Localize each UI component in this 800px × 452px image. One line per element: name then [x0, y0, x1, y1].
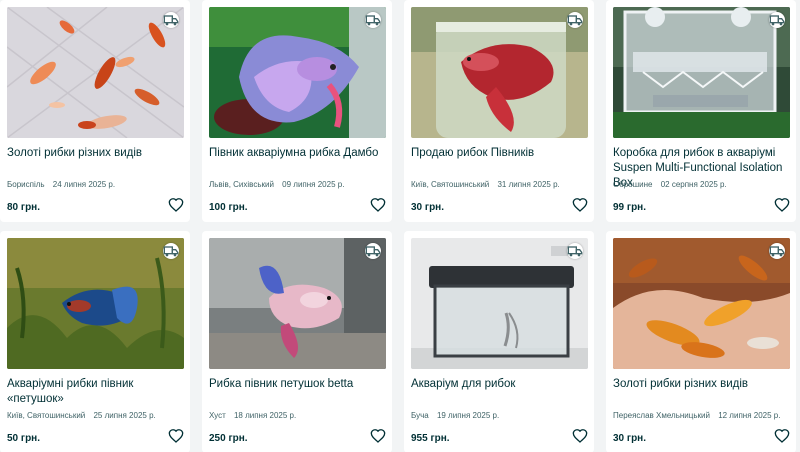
listing-location: Оброшине — [613, 180, 653, 189]
listing-location: Київ, Святошинський — [411, 180, 490, 189]
listing-photo-betta-red[interactable] — [411, 7, 588, 138]
listing-meta: Переяслав Хмельницький 12 липня 2025 р. — [613, 411, 791, 420]
listing-card[interactable]: Півник акваріумна рибка Дамбо Львів, Сих… — [202, 0, 392, 222]
listing-location: Київ, Святошинський — [7, 411, 86, 420]
listing-title[interactable]: Рибка півник петушок betta — [209, 377, 387, 392]
listing-date: 02 серпня 2025 р. — [660, 180, 727, 189]
listing-date: 25 липня 2025 р. — [93, 411, 156, 420]
listing-price: 30 грн. — [613, 433, 646, 444]
listing-price: 80 грн. — [7, 202, 40, 213]
listing-date: 12 липня 2025 р. — [718, 411, 781, 420]
listing-card[interactable]: Акваріум для рибок Буча 19 липня 2025 р.… — [404, 231, 594, 452]
listing-photo-aquarium[interactable] — [411, 238, 588, 369]
listing-meta: Буча 19 липня 2025 р. — [411, 411, 589, 420]
heart-outline-icon[interactable] — [774, 197, 790, 213]
listing-price: 100 грн. — [209, 202, 248, 213]
listing-meta: Бориспіль 24 липня 2025 р. — [7, 180, 185, 189]
listing-meta: Оброшине 02 серпня 2025 р. — [613, 180, 791, 189]
listing-meta: Київ, Святошинський 31 липня 2025 р. — [411, 180, 589, 189]
listing-photo-goldfish-hand[interactable] — [613, 238, 790, 369]
listings-grid: Золоті рибки різних видів Бориспіль 24 л… — [0, 0, 800, 452]
listing-price: 955 грн. — [411, 433, 450, 444]
listing-card[interactable]: Акваріумні рибки півник «петушок» Київ, … — [0, 231, 190, 452]
delivery-truck-icon — [769, 243, 785, 259]
heart-outline-icon[interactable] — [572, 428, 588, 444]
listing-title[interactable]: Золоті рибки різних видів — [613, 377, 791, 392]
listing-card[interactable]: Рибка півник петушок betta Хуст 18 липня… — [202, 231, 392, 452]
listing-photo-betta-dumbo[interactable] — [209, 7, 386, 138]
listing-meta: Хуст 18 липня 2025 р. — [209, 411, 387, 420]
delivery-truck-icon — [567, 243, 583, 259]
listing-location: Бориспіль — [7, 180, 45, 189]
heart-outline-icon[interactable] — [572, 197, 588, 213]
listing-photo-betta-pink[interactable] — [209, 238, 386, 369]
delivery-truck-icon — [365, 243, 381, 259]
listing-photo-betta-blue[interactable] — [7, 238, 184, 369]
listing-date: 31 липня 2025 р. — [497, 180, 560, 189]
delivery-truck-icon — [163, 243, 179, 259]
listing-card[interactable]: Золоті рибки різних видів Бориспіль 24 л… — [0, 0, 190, 222]
listing-date: 19 липня 2025 р. — [436, 411, 500, 420]
listing-price: 50 грн. — [7, 433, 40, 444]
listing-location: Переяслав Хмельницький — [613, 411, 710, 420]
heart-outline-icon[interactable] — [168, 197, 184, 213]
listing-title[interactable]: Продаю рибок Півників — [411, 146, 589, 161]
listing-date: 18 липня 2025 р. — [233, 411, 297, 420]
listing-title[interactable]: Акваріумні рибки півник «петушок» — [7, 377, 185, 407]
delivery-truck-icon — [365, 12, 381, 28]
delivery-truck-icon — [567, 12, 583, 28]
heart-outline-icon[interactable] — [168, 428, 184, 444]
listing-card[interactable]: Коробка для рибок в акваріумі Suspen Mul… — [606, 0, 796, 222]
listing-title[interactable]: Акваріум для рибок — [411, 377, 589, 392]
listing-date: 09 липня 2025 р. — [282, 180, 345, 189]
listing-title[interactable]: Півник акваріумна рибка Дамбо — [209, 146, 387, 161]
heart-outline-icon[interactable] — [370, 197, 386, 213]
listing-meta: Львів, Сихівський 09 липня 2025 р. — [209, 180, 387, 189]
listing-title[interactable]: Золоті рибки різних видів — [7, 146, 185, 161]
delivery-truck-icon — [769, 12, 785, 28]
listing-location: Буча — [411, 411, 429, 420]
listing-photo-koi[interactable] — [7, 7, 184, 138]
heart-outline-icon[interactable] — [370, 428, 386, 444]
listing-meta: Київ, Святошинський 25 липня 2025 р. — [7, 411, 185, 420]
heart-outline-icon[interactable] — [774, 428, 790, 444]
listing-location: Хуст — [209, 411, 226, 420]
delivery-truck-icon — [163, 12, 179, 28]
listing-location: Львів, Сихівський — [209, 180, 274, 189]
listing-price: 250 грн. — [209, 433, 248, 444]
listing-card[interactable]: Продаю рибок Півників Київ, Святошинськи… — [404, 0, 594, 222]
listing-card[interactable]: Золоті рибки різних видів Переяслав Хмел… — [606, 231, 796, 452]
listing-date: 24 липня 2025 р. — [52, 180, 116, 189]
listing-photo-isolation-box[interactable] — [613, 7, 790, 138]
listing-price: 99 грн. — [613, 202, 646, 213]
listing-price: 30 грн. — [411, 202, 444, 213]
